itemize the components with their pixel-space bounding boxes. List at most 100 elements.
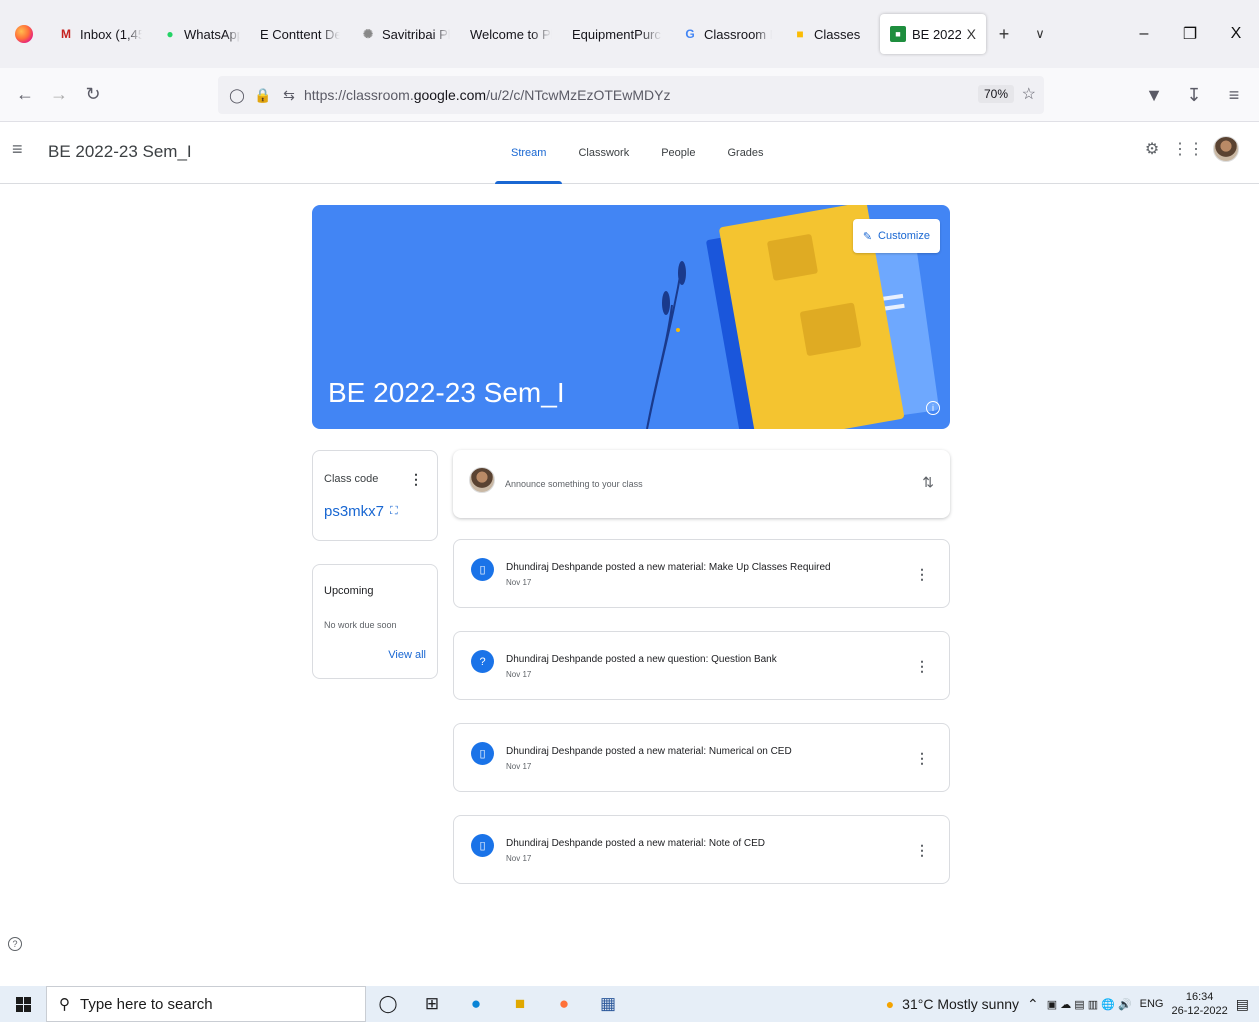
customize-label: Customize: [878, 230, 930, 242]
list-tabs-button[interactable]: ∨: [1022, 0, 1058, 68]
back-icon[interactable]: ←: [8, 78, 42, 112]
forward-icon[interactable]: →: [42, 78, 76, 112]
permissions-icon[interactable]: ⇆: [278, 87, 300, 104]
start-button[interactable]: [0, 986, 46, 1022]
reload-icon[interactable]: ↻: [76, 78, 110, 112]
tab-grades[interactable]: Grades: [711, 122, 779, 184]
class-tabs: Stream Classwork People Grades: [495, 122, 780, 184]
pencil-icon: ✎: [862, 230, 873, 243]
taskbar-search[interactable]: ⚲ Type here to search: [46, 986, 366, 1022]
repost-icon[interactable]: ⇅: [922, 474, 934, 491]
fullscreen-icon[interactable]: ⛶: [390, 505, 398, 518]
class-banner: BE 2022-23 Sem_I ✎ Customize i: [312, 205, 950, 429]
language-indicator[interactable]: ENG: [1140, 998, 1164, 1010]
pocket-icon[interactable]: ▼: [1137, 78, 1171, 112]
weather-icon: ●: [885, 996, 895, 1012]
whatsapp-icon: ●: [166, 27, 174, 41]
lock-icon[interactable]: 🔒: [252, 87, 274, 104]
more-options-icon[interactable]: ⋮: [915, 566, 929, 583]
clock-date: 26-12-2022: [1171, 1005, 1228, 1017]
post-title[interactable]: Dhundiraj Deshpande posted a new materia…: [506, 562, 831, 573]
help-icon[interactable]: ?: [8, 937, 22, 951]
browser-tab[interactable]: ■ Classes: [782, 0, 872, 68]
view-all-link[interactable]: View all: [388, 649, 426, 661]
stream-post[interactable]: ▯ Dhundiraj Deshpande posted a new materi…: [453, 815, 950, 884]
upcoming-title: Upcoming: [324, 585, 374, 597]
stream-post[interactable]: ▯ Dhundiraj Deshpande posted a new materi…: [453, 723, 950, 792]
minimize-button[interactable]: –: [1121, 0, 1167, 68]
close-window-button[interactable]: X: [1213, 0, 1259, 68]
tray-icons[interactable]: ▣ ☁ ▤ ▥ 🌐 🔊: [1047, 998, 1132, 1011]
google-icon: G: [685, 27, 695, 41]
restore-button[interactable]: ❐: [1167, 0, 1213, 68]
browser-tab-strip: M Inbox (1,452) - ● WhatsApp E Conttent Devo…: [0, 0, 1259, 68]
firefox-menu[interactable]: [0, 0, 48, 68]
tab-people[interactable]: People: [645, 122, 711, 184]
more-options-icon[interactable]: ⋮: [915, 750, 929, 767]
more-options-icon[interactable]: ⋮: [915, 842, 929, 859]
upcoming-empty-text: No work due soon: [324, 620, 397, 630]
user-avatar: [469, 467, 495, 493]
browser-tab[interactable]: Welcome to Plann: [460, 0, 562, 68]
post-title[interactable]: Dhundiraj Deshpande posted a new materia…: [506, 838, 765, 849]
browser-tab[interactable]: G Classroom Ma: [672, 0, 782, 68]
tab-active-classroom[interactable]: ■ BE 2022-23 X: [880, 14, 986, 54]
tab-label: WhatsApp: [184, 26, 240, 42]
browser-tab[interactable]: E Conttent Devola: [250, 0, 350, 68]
post-date: Nov 17: [506, 670, 532, 679]
class-title[interactable]: BE 2022-23 Sem_I: [48, 142, 192, 162]
tab-label: Classroom Ma: [704, 26, 772, 42]
announce-box[interactable]: Announce something to your class ⇅: [453, 450, 950, 518]
customize-button[interactable]: ✎ Customize: [852, 219, 940, 253]
file-explorer-icon[interactable]: ■: [498, 986, 542, 1022]
tab-label: E Conttent Devola: [260, 26, 340, 42]
word-icon[interactable]: ▦: [586, 986, 630, 1022]
close-tab-icon[interactable]: X: [967, 26, 976, 42]
more-options-icon[interactable]: ⋮: [409, 471, 423, 488]
post-title[interactable]: Dhundiraj Deshpande posted a new questio…: [506, 654, 777, 665]
app-menu-icon[interactable]: ≡: [1217, 78, 1251, 112]
main-menu-icon[interactable]: ≡: [12, 139, 23, 160]
browser-tab[interactable]: M Inbox (1,452) -: [48, 0, 152, 68]
stream-post[interactable]: ? Dhundiraj Deshpande posted a new questi…: [453, 631, 950, 700]
task-view-icon[interactable]: ⊞: [410, 986, 454, 1022]
tab-classwork[interactable]: Classwork: [562, 122, 645, 184]
tab-label: Classes: [814, 26, 861, 42]
browser-tab[interactable]: EquipmentPurcha: [562, 0, 672, 68]
downloads-icon[interactable]: ↧: [1177, 78, 1211, 112]
material-icon: ▯: [471, 742, 494, 765]
cortana-icon[interactable]: ◯: [366, 986, 410, 1022]
firefox-taskbar-icon[interactable]: ●: [542, 986, 586, 1022]
class-code-label: Class code: [324, 473, 379, 485]
zoom-level-button[interactable]: 70%: [977, 85, 1014, 103]
url-path: /u/2/c/NTcwMzEzOTEwMDYz: [486, 87, 671, 103]
new-tab-button[interactable]: +: [986, 0, 1022, 68]
tab-label: BE 2022-23: [912, 26, 961, 42]
account-avatar[interactable]: [1213, 136, 1239, 162]
bookmark-star-icon[interactable]: ☆: [1022, 84, 1036, 104]
firefox-icon: [15, 25, 33, 43]
apps-grid-icon[interactable]: ⋮⋮: [1172, 138, 1204, 160]
weather-text[interactable]: 31°C Mostly sunny: [902, 996, 1019, 1012]
url-host: google.com: [413, 87, 487, 103]
navigation-toolbar: ← → ↻ ◯ 🔒 ⇆ https://classroom.google.com…: [0, 68, 1259, 122]
upcoming-card: Upcoming No work due soon View all: [312, 564, 438, 679]
edge-icon[interactable]: ●: [454, 986, 498, 1022]
tab-stream[interactable]: Stream: [495, 122, 563, 184]
stream-post[interactable]: ▯ Dhundiraj Deshpande posted a new materi…: [453, 539, 950, 608]
notifications-icon[interactable]: ▤: [1236, 996, 1249, 1013]
url-text[interactable]: https://classroom.google.com/u/2/c/NTcwM…: [304, 87, 670, 103]
clock[interactable]: 16:34 26-12-2022: [1171, 990, 1227, 1018]
shield-icon[interactable]: ◯: [226, 87, 248, 104]
post-title[interactable]: Dhundiraj Deshpande posted a new materia…: [506, 746, 792, 757]
url-bar[interactable]: ◯ 🔒 ⇆ https://classroom.google.com/u/2/c…: [218, 76, 1044, 114]
browser-tab[interactable]: ✺ Savitribai Phul: [350, 0, 460, 68]
settings-icon[interactable]: ⚙: [1141, 138, 1163, 160]
info-icon[interactable]: i: [926, 401, 940, 415]
more-options-icon[interactable]: ⋮: [915, 658, 929, 675]
browser-tab[interactable]: ● WhatsApp: [152, 0, 250, 68]
tab-label: Inbox (1,452) -: [80, 26, 142, 42]
chevron-up-icon[interactable]: ⌃: [1027, 996, 1039, 1013]
announce-placeholder[interactable]: Announce something to your class: [505, 479, 643, 489]
clock-time: 16:34: [1185, 991, 1214, 1003]
